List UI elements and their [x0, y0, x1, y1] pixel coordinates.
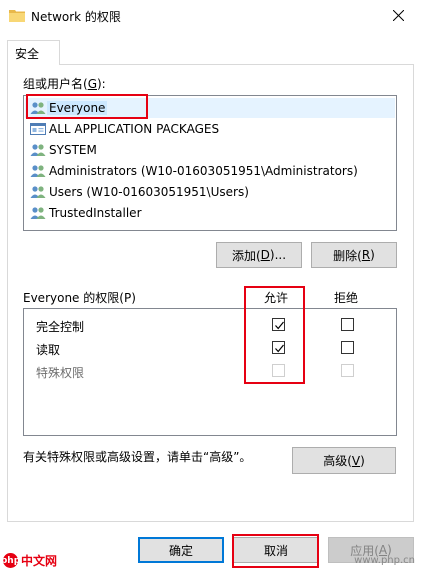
title-bar: Network 的权限 [0, 0, 421, 33]
add-button-key: D [260, 248, 270, 262]
user-item-administrators[interactable]: Administrators (W10-01603051951\Administ… [25, 161, 395, 181]
group-users-label-suffix: ): [97, 77, 106, 91]
highlight-everyone [26, 94, 148, 119]
user-item-label: TrustedInstaller [49, 206, 142, 220]
php-logo-icon: php [1, 553, 20, 568]
ok-button[interactable]: 确定 [138, 537, 224, 563]
advanced-button-prefix: 高级( [323, 454, 352, 468]
perm-full-control-label: 完全控制 [36, 320, 85, 334]
users-group-icon [30, 185, 46, 199]
perm-read-label: 读取 [36, 343, 61, 357]
user-item-all-application-packages[interactable]: ALL APPLICATION PACKAGES [25, 119, 395, 139]
group-users-label-prefix: 组或用户名( [23, 77, 88, 91]
deny-column-header: 拒绝 [334, 291, 359, 305]
folder-icon [9, 8, 25, 22]
deny-full-control-checkbox[interactable] [341, 318, 354, 331]
user-item-label: SYSTEM [49, 143, 97, 157]
add-button[interactable]: 添加(D)... [216, 242, 302, 268]
user-item-label: ALL APPLICATION PACKAGES [49, 122, 220, 136]
window-title: Network 的权限 [31, 10, 121, 24]
close-icon [392, 6, 404, 25]
perm-special-label: 特殊权限 [36, 366, 85, 380]
deny-read-checkbox[interactable] [341, 341, 354, 354]
group-users-label: 组或用户名(G): [23, 75, 106, 92]
users-group-icon [30, 164, 46, 178]
remove-button-prefix: 删除( [333, 248, 362, 263]
advanced-button-suffix: ) [360, 453, 365, 468]
permissions-label-suffix: ) [131, 291, 136, 305]
deny-special-checkbox [341, 364, 354, 377]
user-item-trustedinstaller[interactable]: TrustedInstaller [25, 203, 395, 223]
remove-button-key: R [361, 248, 371, 262]
advanced-button-key: V [351, 453, 361, 468]
watermark-left-text: 中文网 [21, 554, 58, 568]
user-item-label: Users (W10-01603051951\Users) [49, 185, 249, 199]
user-item-system[interactable]: SYSTEM [25, 140, 395, 160]
users-group-icon [30, 206, 46, 220]
watermark-logo: php 中文网 [1, 552, 58, 569]
advanced-note: 有关特殊权限或高级设置，请单击“高级”。 [23, 450, 252, 464]
tab-security[interactable]: 安全 [7, 40, 60, 65]
highlight-allow-column [244, 286, 305, 384]
remove-button[interactable]: 删除(R) [311, 242, 397, 268]
advanced-button[interactable]: 高级(V) [292, 447, 396, 474]
group-users-label-key: G [87, 77, 97, 91]
remove-button-suffix: ) [370, 248, 375, 262]
permissions-label-prefix: Everyone 的权限( [23, 291, 124, 305]
highlight-cancel [232, 534, 319, 568]
add-button-prefix: 添加( [231, 248, 261, 263]
permissions-list: 完全控制 读取 特殊权限 [23, 308, 397, 436]
close-button[interactable] [375, 0, 421, 31]
watermark-url: www.php.cn [354, 555, 415, 566]
permissions-label: Everyone 的权限(P) [23, 289, 136, 306]
app-packages-icon [30, 122, 46, 136]
user-item-users[interactable]: Users (W10-01603051951\Users) [25, 182, 395, 202]
user-item-label: Administrators (W10-01603051951\Administ… [49, 164, 358, 178]
tab-security-label: 安全 [15, 47, 40, 61]
add-button-suffix: )... [269, 248, 287, 262]
users-group-icon [30, 143, 46, 157]
